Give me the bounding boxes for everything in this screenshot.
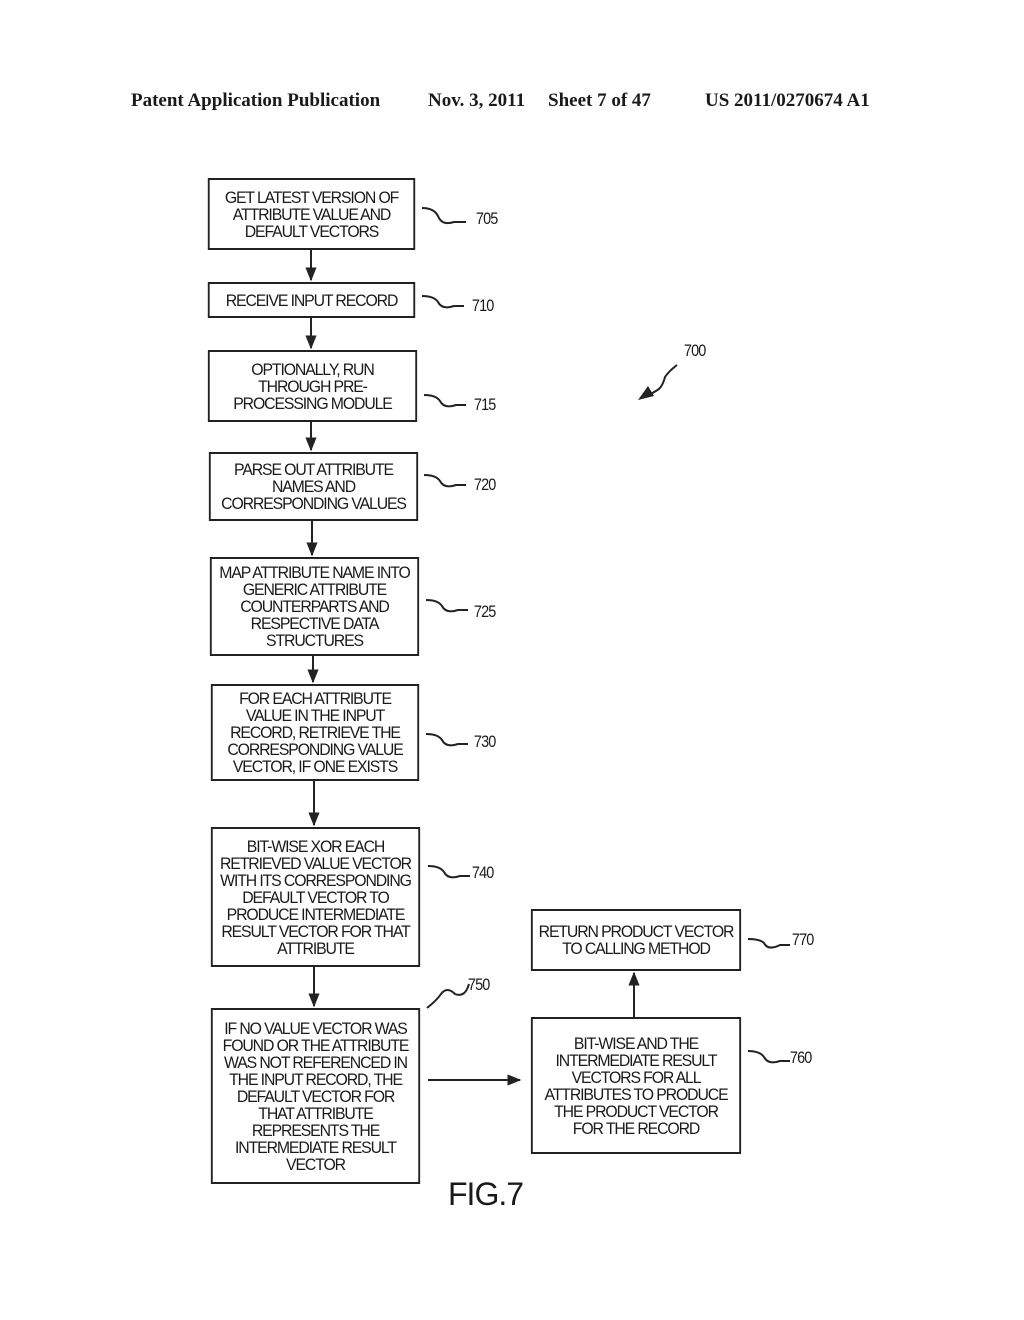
step-725-text: MAP ATTRIBUTE NAME INTO GENERIC ATTRIBUT… <box>219 563 411 650</box>
step-760-text: BIT-WISE AND THE INTERMEDIATE RESULT VEC… <box>544 1033 728 1138</box>
step-770-text: RETURN PRODUCT VECTOR TO CALLING METHOD <box>538 922 735 958</box>
leader-720 <box>423 474 466 488</box>
leader-715 <box>423 394 466 408</box>
step-725-box: MAP ATTRIBUTE NAME INTO GENERIC ATTRIBUT… <box>209 557 420 656</box>
step-715-box: OPTIONALLY, RUN THROUGH PRE- PROCESSING … <box>207 350 418 422</box>
step-740-box: BIT-WISE XOR EACH RETRIEVED VALUE VECTOR… <box>210 827 421 967</box>
step-710-box: RECEIVE INPUT RECORD <box>207 282 416 318</box>
ref-760: 760 <box>789 1048 812 1067</box>
step-715-text: OPTIONALLY, RUN THROUGH PRE- PROCESSING … <box>233 359 393 413</box>
step-720-box: PARSE OUT ATTRIBUTE NAMES AND CORRESPOND… <box>208 452 419 521</box>
step-740-text: BIT-WISE XOR EACH RETRIEVED VALUE VECTOR… <box>220 836 412 958</box>
step-705-box: GET LATEST VERSION OF ATTRIBUTE VALUE AN… <box>207 178 416 250</box>
leader-705 <box>421 207 466 225</box>
ref-710: 710 <box>471 296 494 315</box>
step-705-text: GET LATEST VERSION OF ATTRIBUTE VALUE AN… <box>224 187 399 241</box>
flowchart-connectors <box>305 207 790 1086</box>
leader-760 <box>747 1050 790 1064</box>
leader-770 <box>747 938 790 949</box>
step-730-box: FOR EACH ATTRIBUTE VALUE IN THE INPUT RE… <box>210 684 420 781</box>
step-760-box: BIT-WISE AND THE INTERMEDIATE RESULT VEC… <box>530 1017 742 1154</box>
leader-710 <box>421 295 464 309</box>
step-710-text: RECEIVE INPUT RECORD <box>225 290 399 310</box>
leader-740 <box>427 865 470 879</box>
leader-725 <box>425 599 468 613</box>
ref-750: 750 <box>467 975 490 994</box>
step-750-box: IF NO VALUE VECTOR WAS FOUND OR THE ATTR… <box>210 1008 421 1184</box>
ref-770: 770 <box>791 930 814 949</box>
ref-720: 720 <box>473 475 496 494</box>
figure-label: FIG.7 <box>448 1176 524 1212</box>
step-750-text: IF NO VALUE VECTOR WAS FOUND OR THE ATTR… <box>222 1018 410 1174</box>
step-720-text: PARSE OUT ATTRIBUTE NAMES AND CORRESPOND… <box>221 460 407 513</box>
leader-730 <box>425 733 468 747</box>
ref-700: 700 <box>683 341 706 360</box>
ref-715: 715 <box>473 395 496 414</box>
arrowhead-700 <box>638 386 654 400</box>
step-730-text: FOR EACH ATTRIBUTE VALUE IN THE INPUT RE… <box>227 689 403 776</box>
ref-740: 740 <box>471 863 494 882</box>
ref-705: 705 <box>475 209 498 228</box>
ref-725: 725 <box>473 602 496 621</box>
ref-730: 730 <box>473 732 496 751</box>
step-770-box: RETURN PRODUCT VECTOR TO CALLING METHOD <box>530 909 742 971</box>
leader-750 <box>426 983 470 1009</box>
